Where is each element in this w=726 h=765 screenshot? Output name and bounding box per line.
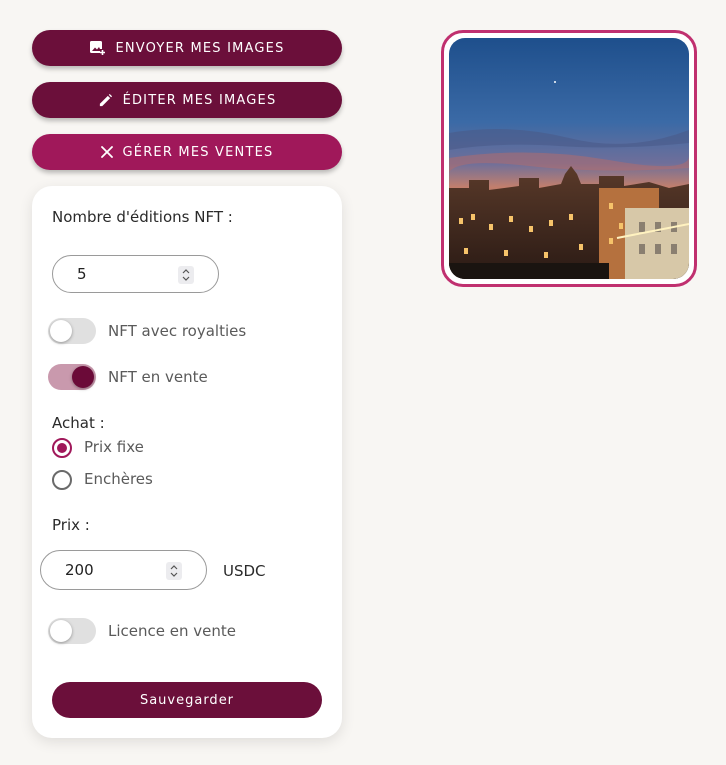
upload-images-button[interactable]: ENVOYER MES IMAGES <box>32 30 342 66</box>
edit-images-button[interactable]: ÉDITER MES IMAGES <box>32 82 342 118</box>
radio-auction[interactable] <box>52 470 72 490</box>
spinner-arrows-icon <box>182 269 190 281</box>
upload-images-label: ENVOYER MES IMAGES <box>115 40 285 56</box>
editions-input[interactable]: 5 <box>52 255 219 293</box>
radio-fixed-price[interactable] <box>52 438 72 458</box>
price-label: Prix : <box>52 516 90 534</box>
save-button[interactable]: Sauvegarder <box>52 682 322 718</box>
price-input[interactable]: 200 <box>40 550 207 590</box>
auction-label: Enchères <box>84 470 153 488</box>
edit-images-label: ÉDITER MES IMAGES <box>122 92 277 108</box>
editions-value: 5 <box>77 265 87 283</box>
price-spinner[interactable] <box>166 562 182 580</box>
for-sale-toggle[interactable] <box>48 364 96 390</box>
for-sale-label: NFT en vente <box>108 368 208 386</box>
spinner-arrows-icon <box>170 565 178 577</box>
license-toggle[interactable] <box>48 618 96 644</box>
currency-label: USDC <box>223 562 266 580</box>
add-photo-icon <box>89 40 106 56</box>
editions-label: Nombre d'éditions NFT : <box>52 208 233 226</box>
fixed-price-label: Prix fixe <box>84 438 144 456</box>
pencil-icon <box>98 93 113 108</box>
license-label: Licence en vente <box>108 622 236 640</box>
close-icon <box>100 146 113 158</box>
royalties-toggle[interactable] <box>48 318 96 344</box>
editions-spinner[interactable] <box>178 266 194 284</box>
city-dusk-photo <box>449 38 689 279</box>
image-preview-frame[interactable] <box>441 30 697 287</box>
price-value: 200 <box>65 561 94 579</box>
purchase-label: Achat : <box>52 414 105 432</box>
manage-sales-label: GÉRER MES VENTES <box>122 144 274 160</box>
royalties-label: NFT avec royalties <box>108 322 247 340</box>
manage-sales-button[interactable]: GÉRER MES VENTES <box>32 134 342 170</box>
sale-settings-panel: Nombre d'éditions NFT : 5 NFT avec royal… <box>32 186 342 738</box>
